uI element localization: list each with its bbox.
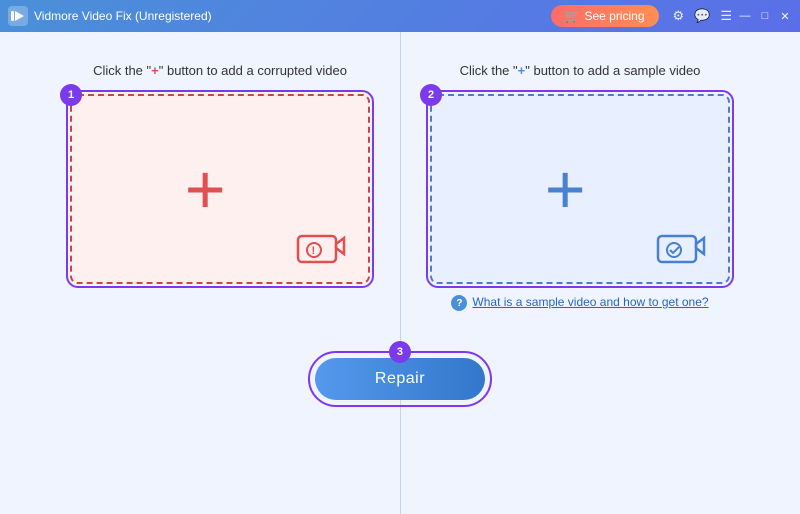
- left-panel-instruction: Click the "+" button to add a corrupted …: [93, 62, 347, 80]
- minimize-button[interactable]: —: [738, 9, 752, 23]
- svg-text:!: !: [312, 245, 316, 257]
- app-title: Vidmore Video Fix (Unregistered): [34, 9, 551, 23]
- add-corrupted-plus-icon: +: [185, 154, 226, 224]
- title-bar: Vidmore Video Fix (Unregistered) 🛒 See p…: [0, 0, 800, 32]
- maximize-button[interactable]: □: [758, 9, 772, 23]
- repair-section: 3 Repair: [308, 351, 492, 407]
- help-link-container: ? What is a sample video and how to get …: [451, 294, 708, 311]
- menu-icon[interactable]: ☰: [720, 8, 732, 24]
- sample-camera-icon: [656, 228, 706, 264]
- see-pricing-button[interactable]: 🛒 See pricing: [551, 5, 659, 27]
- repair-button[interactable]: Repair: [315, 358, 485, 400]
- corrupted-camera-icon: !: [296, 228, 346, 264]
- link-icon[interactable]: ⚙: [673, 8, 685, 24]
- window-controls: ⚙ 💬 ☰ — □ ✕: [669, 8, 793, 24]
- close-button[interactable]: ✕: [778, 9, 792, 23]
- step-badge-3: 3: [389, 341, 411, 363]
- left-plus-highlight: +: [151, 63, 159, 78]
- sample-video-dropzone[interactable]: 2 +: [430, 94, 730, 284]
- left-panel: Click the "+" button to add a corrupted …: [40, 62, 400, 284]
- help-question-icon: ?: [451, 295, 467, 311]
- repair-button-wrapper: 3 Repair: [308, 351, 492, 407]
- main-content: Click the "+" button to add a corrupted …: [0, 32, 800, 514]
- right-plus-highlight: +: [518, 63, 526, 78]
- app-logo-icon: [8, 6, 28, 26]
- vertical-divider: [400, 32, 401, 514]
- corrupted-video-dropzone[interactable]: 1 + !: [70, 94, 370, 284]
- chat-icon[interactable]: 💬: [694, 8, 710, 24]
- sample-video-help-link[interactable]: What is a sample video and how to get on…: [472, 294, 708, 311]
- step-badge-2: 2: [420, 84, 442, 106]
- right-panel: Click the "+" button to add a sample vid…: [400, 62, 760, 311]
- step-badge-1: 1: [60, 84, 82, 106]
- add-sample-plus-icon: +: [545, 154, 586, 224]
- cart-icon: 🛒: [565, 9, 580, 23]
- right-panel-instruction: Click the "+" button to add a sample vid…: [460, 62, 701, 80]
